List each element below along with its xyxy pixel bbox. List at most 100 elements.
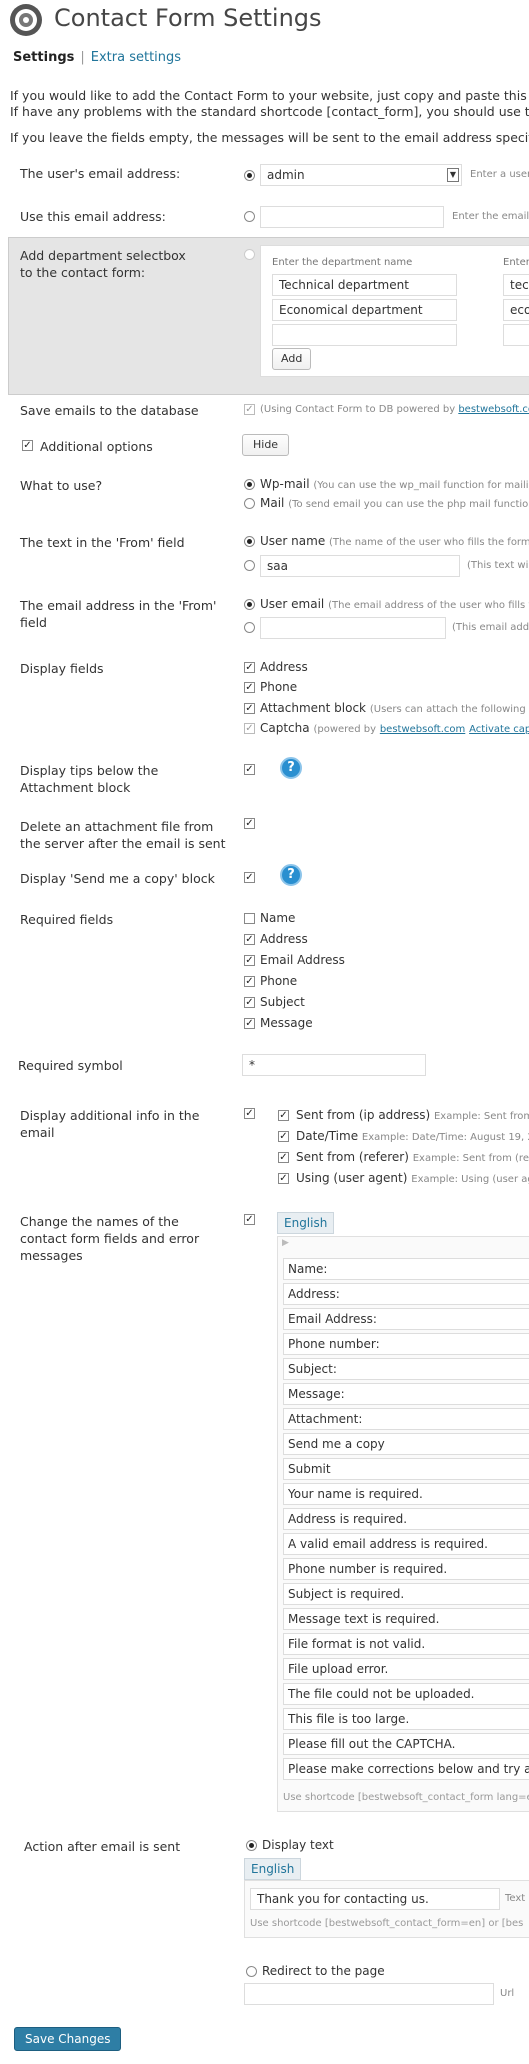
required-name-label: Name: [260, 911, 296, 925]
additional-info-checkbox[interactable]: ✓: [244, 1108, 255, 1119]
captcha-bestwebsoft-link[interactable]: bestwebsoft.com: [380, 724, 465, 735]
bestwebsoft-link[interactable]: bestwebsoft.co: [458, 404, 529, 415]
delete-attachment-checkbox[interactable]: ✓: [244, 818, 255, 829]
user-email-select-value: admin: [267, 168, 305, 182]
message-field-input[interactable]: Subject is required.: [283, 1583, 529, 1605]
wp-mail-option: Wp-mail (You can use the wp_mail functio…: [260, 477, 529, 491]
shortcode-note: Use shortcode [bestwebsoft_contact_form …: [283, 1792, 529, 1803]
message-field-input[interactable]: Phone number is required.: [283, 1558, 529, 1580]
display-captcha-checkbox[interactable]: ✓: [244, 723, 255, 734]
required-subject-label: Subject: [260, 995, 305, 1009]
message-field-input[interactable]: Submit: [283, 1458, 529, 1480]
from-custom-email-radio[interactable]: [244, 622, 255, 633]
message-field-input[interactable]: This file is too large.: [283, 1708, 529, 1730]
tab-settings[interactable]: Settings: [13, 50, 74, 65]
from-custom-email-input[interactable]: [260, 617, 446, 639]
department-email-input[interactable]: eco: [503, 299, 529, 321]
user-email-select[interactable]: admin ▼: [260, 164, 462, 186]
from-user-email-radio[interactable]: [244, 599, 255, 610]
message-field-input[interactable]: Address:: [283, 1283, 529, 1305]
tab-separator: |: [80, 50, 85, 65]
help-icon[interactable]: ?: [280, 864, 302, 886]
delete-attachment-label: Delete an attachment file from the serve…: [20, 819, 226, 851]
display-phone-label: Phone: [260, 680, 298, 694]
message-field-input[interactable]: Email Address:: [283, 1308, 529, 1330]
save-db-checkbox[interactable]: ✓: [244, 404, 255, 415]
required-phone-checkbox[interactable]: ✓: [244, 976, 255, 987]
display-attachment-checkbox[interactable]: ✓: [244, 703, 255, 714]
required-address-label: Address: [260, 932, 308, 946]
send-copy-checkbox[interactable]: ✓: [244, 872, 255, 883]
department-email-input[interactable]: [503, 324, 529, 346]
save-changes-button[interactable]: Save Changes: [14, 2027, 122, 2051]
message-field-input[interactable]: The file could not be uploaded.: [283, 1683, 529, 1705]
redirect-radio[interactable]: [246, 1966, 257, 1977]
display-address-checkbox[interactable]: ✓: [244, 662, 255, 673]
user-email-radio[interactable]: [244, 170, 255, 181]
message-field-input[interactable]: Message:: [283, 1383, 529, 1405]
custom-email-label: Use this email address:: [20, 209, 166, 224]
mail-option: Mail (To send email you can use the php …: [260, 496, 529, 510]
thank-you-text-note: Text: [505, 1893, 526, 1904]
message-field-input[interactable]: Your name is required.: [283, 1483, 529, 1505]
from-custom-name-radio[interactable]: [244, 560, 255, 571]
message-field-input[interactable]: Please make corrections below and try a: [283, 1758, 529, 1780]
department-radio[interactable]: [244, 249, 255, 260]
sent-from-referer-checkbox[interactable]: ✓: [278, 1152, 289, 1163]
from-user-name-option: User name (The name of the user who fill…: [260, 534, 529, 548]
action-after-label: Action after email is sent: [24, 1839, 181, 1854]
required-message-checkbox[interactable]: ✓: [244, 1018, 255, 1029]
message-field-input[interactable]: File format is not valid.: [283, 1633, 529, 1655]
message-field-input[interactable]: Subject:: [283, 1358, 529, 1380]
redirect-url-input[interactable]: [244, 1983, 494, 2005]
department-name-input[interactable]: [272, 324, 457, 346]
additional-options-checkbox[interactable]: ✓: [22, 440, 33, 451]
message-field-input[interactable]: A valid email address is required.: [283, 1533, 529, 1555]
message-field-input[interactable]: Message text is required.: [283, 1608, 529, 1630]
date-time-checkbox[interactable]: ✓: [278, 1131, 289, 1142]
arrow-right-icon[interactable]: ▶: [282, 1238, 289, 1248]
required-phone-label: Phone: [260, 974, 298, 988]
message-field-input[interactable]: Phone number:: [283, 1333, 529, 1355]
required-address-checkbox[interactable]: ✓: [244, 934, 255, 945]
message-field-input[interactable]: Attachment:: [283, 1408, 529, 1430]
department-name-header: Enter the department name: [272, 257, 413, 268]
required-subject-checkbox[interactable]: ✓: [244, 997, 255, 1008]
message-field-input[interactable]: Send me a copy: [283, 1433, 529, 1455]
chevron-down-icon: ▼: [447, 168, 459, 182]
message-field-input[interactable]: Address is required.: [283, 1508, 529, 1530]
settings-tabs: Settings | Extra settings: [13, 50, 181, 65]
tab-english[interactable]: English: [244, 1858, 302, 1880]
add-department-button[interactable]: Add: [272, 348, 312, 370]
required-email-checkbox[interactable]: ✓: [244, 955, 255, 966]
from-custom-name-note: (This text wil: [467, 560, 529, 571]
thank-you-text-input[interactable]: Thank you for contacting us.: [250, 1888, 500, 1910]
required-symbol-input[interactable]: *: [242, 1054, 426, 1076]
tips-checkbox[interactable]: ✓: [244, 764, 255, 775]
tab-english[interactable]: English: [277, 1212, 335, 1234]
user-agent-checkbox[interactable]: ✓: [278, 1173, 289, 1184]
department-name-input[interactable]: Economical department: [272, 299, 457, 321]
message-field-input[interactable]: File upload error.: [283, 1658, 529, 1680]
from-user-name-radio[interactable]: [244, 536, 255, 547]
display-text-radio[interactable]: [246, 1840, 257, 1851]
from-custom-name-input[interactable]: saa: [260, 555, 460, 577]
change-names-checkbox[interactable]: ✓: [244, 1214, 255, 1225]
custom-email-radio[interactable]: [244, 211, 255, 222]
message-field-input[interactable]: Name:: [283, 1258, 529, 1280]
custom-email-input[interactable]: [260, 206, 444, 228]
wp-mail-radio[interactable]: [244, 479, 255, 490]
required-name-checkbox[interactable]: [244, 913, 255, 924]
department-email-input[interactable]: tech: [503, 274, 529, 296]
display-phone-checkbox[interactable]: ✓: [244, 682, 255, 693]
tab-extra-settings[interactable]: Extra settings: [91, 50, 181, 65]
additional-options-label: Additional options: [40, 439, 153, 454]
hide-button[interactable]: Hide: [242, 434, 290, 456]
display-text-option: Display text: [262, 1838, 334, 1852]
help-icon[interactable]: ?: [280, 757, 302, 779]
mail-radio[interactable]: [244, 498, 255, 509]
message-field-input[interactable]: Please fill out the CAPTCHA.: [283, 1733, 529, 1755]
activate-captcha-link[interactable]: Activate cap: [469, 724, 529, 735]
sent-from-ip-checkbox[interactable]: ✓: [278, 1110, 289, 1121]
department-name-input[interactable]: Technical department: [272, 274, 457, 296]
